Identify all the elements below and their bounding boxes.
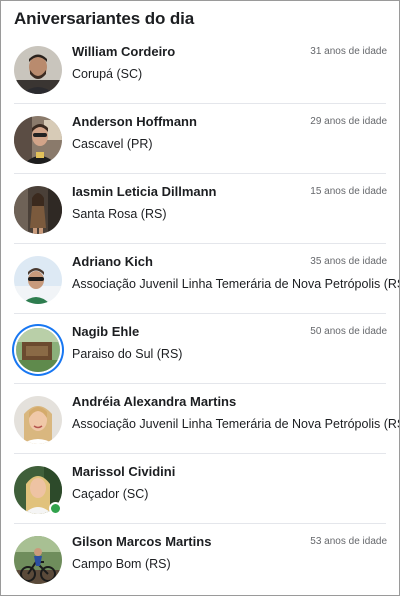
person-name[interactable]: Marissol Cividini <box>72 464 175 479</box>
person-age: 50 anos de idade <box>310 326 387 337</box>
list-item[interactable]: Adriano Kich Associação Juvenil Linha Te… <box>1 244 399 314</box>
list-item[interactable]: Gilson Marcos Martins Campo Bom (RS) 53 … <box>1 524 399 594</box>
person-name[interactable]: Adriano Kich <box>72 254 153 269</box>
person-location: Associação Juvenil Linha Temerária de No… <box>72 417 400 431</box>
person-age: 29 anos de idade <box>310 116 387 127</box>
list-item[interactable]: Nagib Ehle Paraiso do Sul (RS) 50 anos d… <box>1 314 399 384</box>
list-item[interactable]: William Cordeiro Corupá (SC) 31 anos de … <box>1 34 399 104</box>
person-name[interactable]: Andréia Alexandra Martins <box>72 394 236 409</box>
person-name[interactable]: Nagib Ehle <box>72 324 139 339</box>
person-location: Corupá (SC) <box>72 67 143 81</box>
person-location: Campo Bom (RS) <box>72 557 171 571</box>
avatar[interactable] <box>14 396 62 444</box>
person-location: Cascavel (PR) <box>72 137 153 151</box>
avatar[interactable] <box>14 536 62 584</box>
person-location: Paraiso do Sul (RS) <box>72 347 183 361</box>
person-name[interactable]: Iasmin Leticia Dillmann <box>72 184 217 199</box>
person-age: 53 anos de idade <box>310 536 387 547</box>
avatar[interactable] <box>14 46 62 94</box>
list-item[interactable]: Andréia Alexandra Martins Associação Juv… <box>1 384 399 454</box>
person-name[interactable]: Gilson Marcos Martins <box>72 534 211 549</box>
person-age: 35 anos de idade <box>310 256 387 267</box>
widget-title: Aniversariantes do dia <box>14 9 195 28</box>
list-item[interactable]: Anderson Hoffmann Cascavel (PR) 29 anos … <box>1 104 399 174</box>
person-age: 31 anos de idade <box>310 46 387 57</box>
person-location: Caçador (SC) <box>72 487 149 501</box>
birthdays-widget: Aniversariantes do dia William Cordeiro … <box>0 0 400 596</box>
birthday-list: William Cordeiro Corupá (SC) 31 anos de … <box>1 34 399 594</box>
online-status-icon <box>49 502 62 515</box>
person-age: 15 anos de idade <box>310 186 387 197</box>
person-location: Associação Juvenil Linha Temerária de No… <box>72 277 400 291</box>
avatar[interactable] <box>14 116 62 164</box>
avatar[interactable] <box>14 186 62 234</box>
list-item[interactable]: Marissol Cividini Caçador (SC) <box>1 454 399 524</box>
avatar-with-story-ring[interactable] <box>16 328 60 372</box>
list-item[interactable]: Iasmin Leticia Dillmann Santa Rosa (RS) … <box>1 174 399 244</box>
person-location: Santa Rosa (RS) <box>72 207 167 221</box>
person-name[interactable]: William Cordeiro <box>72 44 175 59</box>
avatar[interactable] <box>14 256 62 304</box>
person-name[interactable]: Anderson Hoffmann <box>72 114 197 129</box>
